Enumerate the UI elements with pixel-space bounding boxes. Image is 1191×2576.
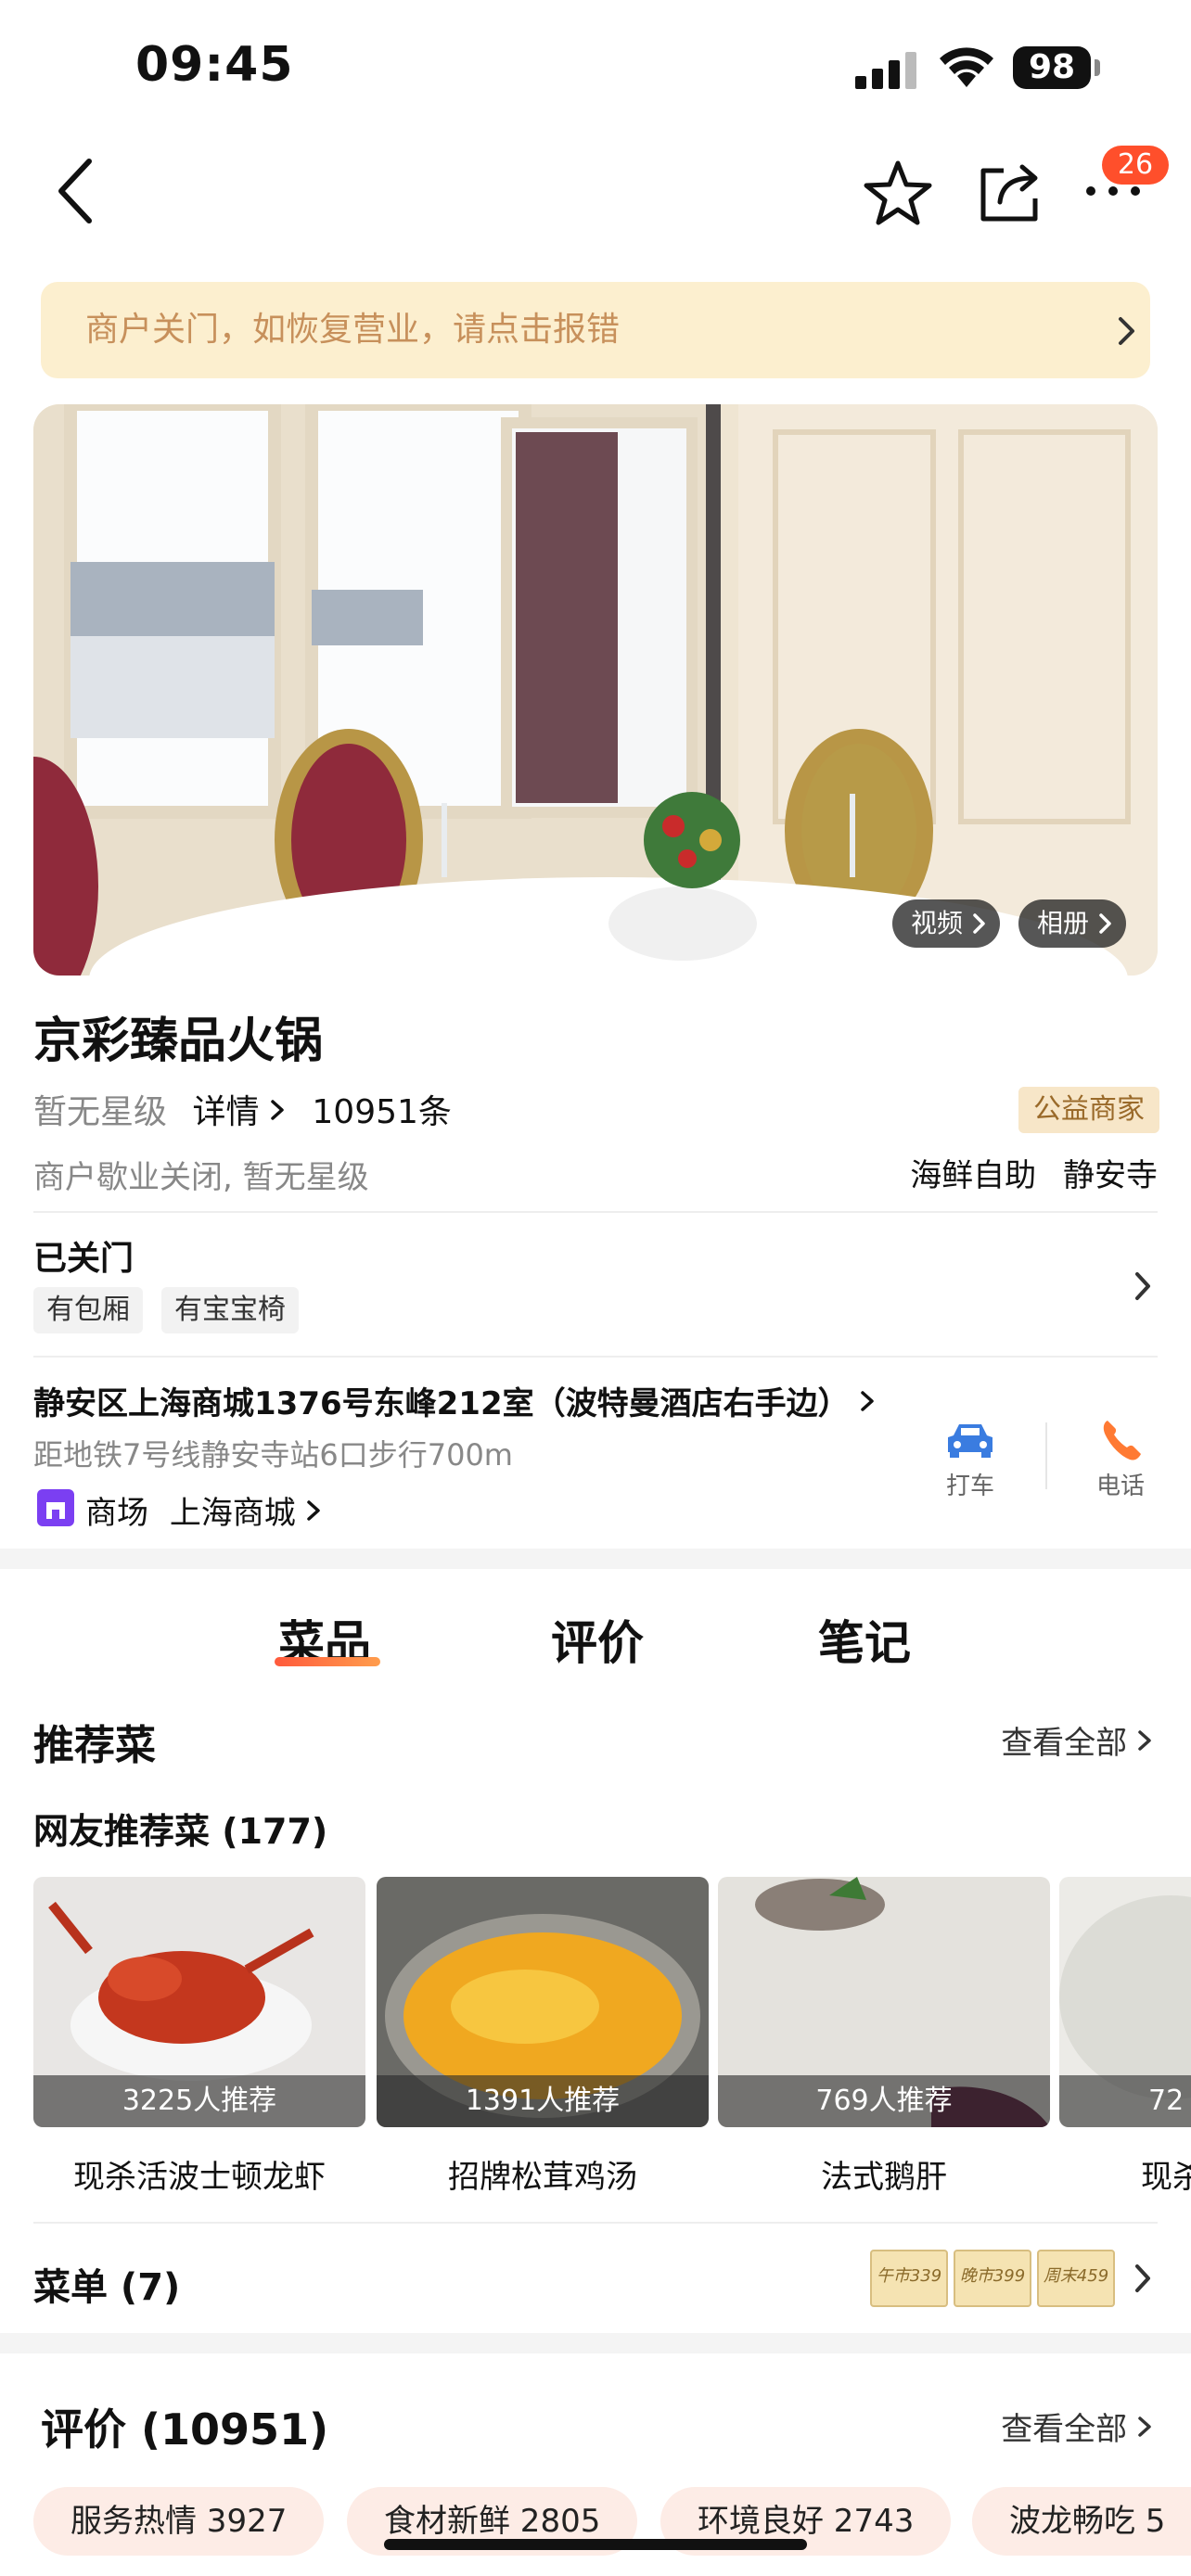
report-error-banner[interactable]: 商户关门，如恢复营业，请点击报错 [41,282,1150,378]
share-icon[interactable] [976,158,1044,224]
see-all-reviews-link[interactable]: 查看全部 [1001,2404,1154,2449]
banner-text: 商户关门，如恢复营业，请点击报错 [85,311,621,349]
see-all-dishes-link[interactable]: 查看全部 [1001,1717,1154,1763]
chevron-right-icon [1138,2417,1151,2437]
recommend-count: 3225人推荐 [33,2075,365,2127]
home-indicator [384,2539,807,2550]
mall-prefix: 商场 [85,1495,148,1532]
chevron-right-icon [1135,2264,1150,2292]
notification-badge: 26 [1102,146,1169,185]
active-tab-indicator [275,1657,380,1666]
dish-card[interactable]: 1391人推荐 [377,1877,709,2127]
dish-card[interactable]: 769人推荐 [718,1877,1050,2127]
category-area[interactable]: 海鲜自助 静安寺 [910,1150,1158,1195]
video-label: 视频 [911,908,964,938]
dish-name: 法式鹅肝 [821,2159,947,2196]
menu-row[interactable]: 菜单 (7) 午市339 晚市399 周末459 [0,2225,1191,2327]
phone-button[interactable]: 电话 [1074,1413,1167,1506]
tab-notes[interactable]: 笔记 [818,1606,911,1673]
taxi-button[interactable]: 打车 [924,1413,1017,1506]
battery-indicator: 98 [1013,46,1091,89]
details-link[interactable]: 详情 [192,1093,259,1131]
dish-card[interactable]: 3225人推荐 [33,1877,365,2127]
menu-thumbnail: 午市339 [870,2250,948,2307]
shop-address[interactable]: 静安区上海商城1376号东峰212室（波特曼酒店右手边） [33,1378,877,1423]
chevron-right-icon [1099,913,1111,934]
dish-card[interactable]: 72 [1059,1877,1191,2127]
divider [33,1211,1158,1213]
address-text: 静安区上海商城1376号东峰212室（波特曼酒店右手边） [33,1385,850,1422]
menu-title: 菜单 (7) [33,2266,181,2309]
star-level-text: 暂无星级 [33,1093,168,1131]
dish-name: 现杀 [1141,2159,1191,2196]
tab-reviews[interactable]: 评价 [551,1606,644,1673]
restaurant-photo[interactable]: 视频 相册 [33,404,1158,976]
dining-room-illustration [33,404,1158,976]
facility-tag: 有包厢 [33,1287,143,1333]
chevron-right-icon [973,913,985,934]
divider [33,2222,1158,2224]
chevron-right-icon [271,1100,284,1120]
menu-thumbnail: 晚市399 [954,2250,1031,2307]
taxi-label: 打车 [945,1473,994,1500]
metro-distance: 距地铁7号线静安寺站6口步行700m [33,1437,513,1473]
dish-name: 现杀活波士顿龙虾 [73,2159,326,2196]
signal-icon [855,52,916,89]
recommend-count: 769人推荐 [718,2075,1050,2127]
chevron-right-icon [861,1391,875,1411]
review-tag[interactable]: 波龙畅吃 5 [972,2487,1191,2556]
divider [1045,1422,1047,1489]
mall-icon [37,1489,74,1526]
chevron-right-icon [1135,1272,1150,1300]
more-options-icon[interactable] [1083,182,1143,200]
open-status: 已关门 [33,1240,134,1278]
back-arrow-icon[interactable] [52,156,98,226]
rating-row[interactable]: 暂无星级 详情 10951条 [33,1085,452,1133]
video-button[interactable]: 视频 [892,899,1001,948]
recommend-count: 72 [1059,2075,1191,2127]
recommend-count: 1391人推荐 [377,2075,709,2127]
facility-tag: 有宝宝椅 [161,1287,299,1333]
car-icon [948,1424,992,1458]
divider [33,1356,1158,1358]
status-time: 09:45 [135,37,294,93]
menu-thumbnail: 周末459 [1037,2250,1115,2307]
star-favorite-icon[interactable] [861,158,935,228]
battery-tip [1095,59,1100,76]
phone-icon [1103,1421,1141,1460]
see-all-label: 查看全部 [1001,2411,1128,2448]
recommend-title: 推荐菜 [33,1722,156,1769]
area-label[interactable]: 静安寺 [1063,1157,1158,1194]
album-button[interactable]: 相册 [1018,899,1127,948]
see-all-label: 查看全部 [1001,1725,1128,1762]
chevron-right-icon [306,1500,320,1521]
chevron-right-icon [1119,317,1134,345]
wifi-icon [940,47,993,87]
phone-label: 电话 [1095,1473,1145,1500]
shop-name: 京彩臻品火锅 [33,1014,324,1069]
business-status-row[interactable]: 已关门 有包厢 有宝宝椅 [0,1215,1191,1354]
mall-name: 上海商城 [169,1495,296,1532]
reviews-title: 评价 (10951) [41,2404,329,2455]
section-gap [0,1549,1191,1569]
closure-note: 商户歇业关闭, 暂无星级 [33,1159,369,1196]
charity-merchant-tag: 公益商家 [1018,1087,1159,1133]
user-recommend-subtitle: 网友推荐菜 (177) [33,1811,328,1852]
chevron-right-icon [1138,1730,1151,1751]
album-label: 相册 [1037,908,1090,938]
mall-link[interactable]: 商场 上海商城 [85,1487,323,1533]
review-count: 10951条 [312,1093,452,1131]
category-label[interactable]: 海鲜自助 [910,1157,1036,1194]
review-tag[interactable]: 服务热情 3927 [33,2487,325,2556]
dish-name: 招牌松茸鸡汤 [448,2159,637,2196]
section-gap [0,2333,1191,2353]
